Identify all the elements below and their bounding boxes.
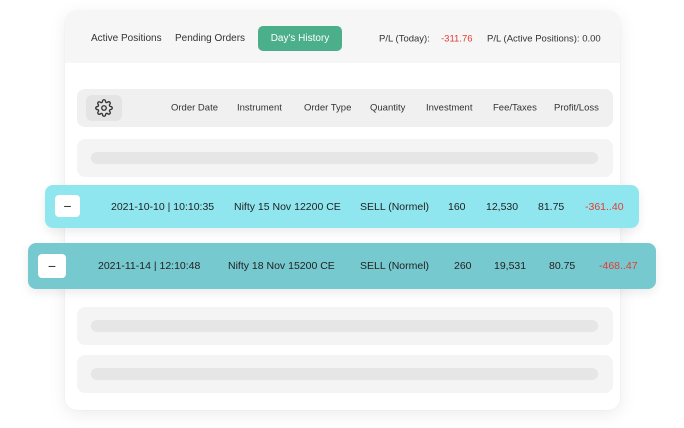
investment: 19,531 <box>494 260 527 272</box>
minus-icon: − <box>63 198 72 214</box>
collapse-button[interactable]: − <box>38 254 66 278</box>
col-header-profit-loss[interactable]: Profit/Loss <box>554 103 599 114</box>
fee-taxes: 80.75 <box>549 260 576 272</box>
placeholder-row <box>77 355 613 393</box>
order-type: SELL (Normel) <box>360 260 430 272</box>
fee-taxes: 81.75 <box>538 200 565 213</box>
col-header-investment[interactable]: Investment <box>426 103 472 114</box>
col-header-order-type[interactable]: Order Type <box>304 103 351 114</box>
col-header-order-date[interactable]: Order Date <box>171 103 218 114</box>
skeleton-bar <box>91 320 598 332</box>
tab-bar: Active Positions Pending Orders Day's Hi… <box>65 11 620 63</box>
pl-today-value: -311.76 <box>441 33 473 45</box>
collapse-button[interactable]: − <box>55 195 80 217</box>
position-row[interactable]: − 2021-11-14 | 12:10:48 Nifty 18 Nov 152… <box>28 243 656 289</box>
order-date: 2021-11-14 | 12:10:48 <box>98 260 201 272</box>
table-header: Order Date Instrument Order Type Quantit… <box>77 89 613 127</box>
placeholder-row <box>77 139 613 177</box>
instrument: Nifty 15 Nov 12200 CE <box>234 200 341 213</box>
skeleton-bar <box>91 152 598 164</box>
pl-today-label: P/L (Today): <box>379 33 430 45</box>
tab-pending-orders[interactable]: Pending Orders <box>175 33 245 45</box>
skeleton-bar <box>91 368 598 380</box>
placeholder-row <box>77 307 613 345</box>
settings-button[interactable] <box>86 95 122 121</box>
order-date: 2021-10-10 | 10:10:35 <box>111 200 215 213</box>
order-type: SELL (Normel) <box>360 200 430 213</box>
position-row[interactable]: − 2021-10-10 | 10:10:35 Nifty 15 Nov 122… <box>45 185 639 228</box>
col-header-quantity[interactable]: Quantity <box>370 103 405 114</box>
tab-days-history[interactable]: Day's History <box>258 26 342 51</box>
gear-icon <box>95 99 113 117</box>
minus-icon: − <box>47 258 57 274</box>
instrument: Nifty 18 Nov 15200 CE <box>228 260 335 272</box>
quantity: 160 <box>448 200 466 213</box>
col-header-fee-taxes[interactable]: Fee/Taxes <box>493 103 537 114</box>
col-header-instrument[interactable]: Instrument <box>237 103 282 114</box>
quantity: 260 <box>454 260 472 272</box>
pl-active-positions: P/L (Active Positions): 0.00 <box>487 33 601 45</box>
tab-active-positions[interactable]: Active Positions <box>91 33 162 45</box>
profit-loss: -468..47 <box>599 260 638 272</box>
investment: 12,530 <box>486 200 519 213</box>
profit-loss: -361..40 <box>585 200 624 213</box>
